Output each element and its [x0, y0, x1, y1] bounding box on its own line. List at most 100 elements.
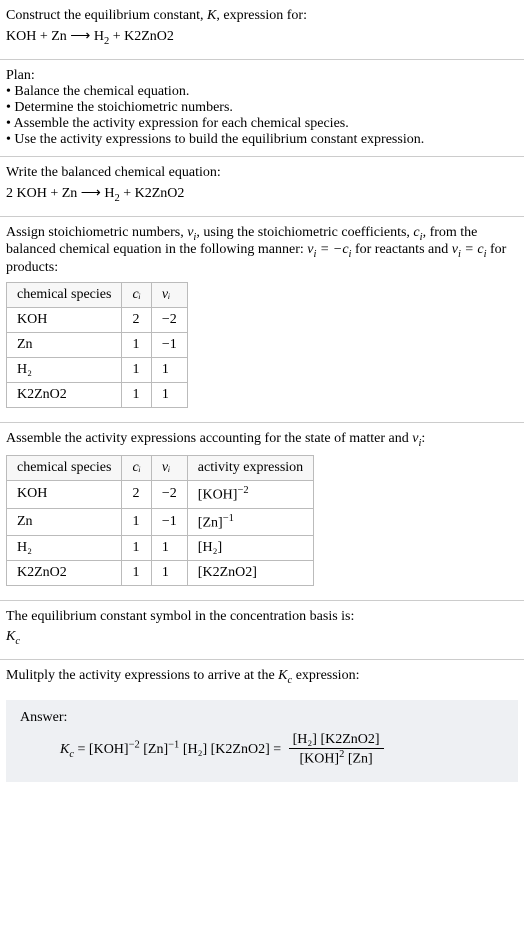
plan-item: Balance the chemical equation.	[6, 84, 518, 100]
assign-block: Assign stoichiometric numbers, νi, using…	[0, 217, 524, 423]
cell: H₂	[7, 358, 122, 383]
cell: −2	[151, 480, 187, 508]
cell: H₂	[7, 536, 122, 561]
cell: 1	[122, 536, 151, 561]
stoich-table: chemical species cᵢ νᵢ KOH2−2 Zn1−1 H₂11…	[6, 282, 188, 408]
cell: −2	[151, 308, 187, 333]
cell: 1	[151, 383, 187, 408]
eq-part: + K2ZnO2	[109, 29, 174, 44]
multiply-text: Mulitply the activity expressions to arr…	[6, 668, 518, 686]
col-species: chemical species	[7, 283, 122, 308]
table-row: K2ZnO2 1 1 [K2ZnO2]	[7, 561, 314, 586]
cell: 2	[122, 308, 151, 333]
term: [Zn]	[140, 742, 168, 757]
table-row: Zn 1 −1 [Zn]−1	[7, 508, 314, 536]
table-row: KOH2−2	[7, 308, 188, 333]
act-base: [KOH]	[198, 488, 238, 503]
plan-title: Plan:	[6, 68, 518, 84]
text: , expression for:	[216, 8, 307, 23]
eq-part: 2 KOH + Zn ⟶ H	[6, 186, 114, 201]
balanced-equation: 2 KOH + Zn ⟶ H2 + K2ZnO2	[6, 185, 518, 204]
cell: 1	[122, 508, 151, 536]
text: for reactants and	[351, 242, 451, 257]
text: Mulitply the activity expressions to arr…	[6, 668, 278, 683]
balanced-block: Write the balanced chemical equation: 2 …	[0, 157, 524, 216]
cell: 1	[122, 358, 151, 383]
den-part: [Zn]	[344, 752, 372, 767]
table-row: KOH 2 −2 [KOH]−2	[7, 480, 314, 508]
cell: 1	[122, 561, 151, 586]
symbol-text: The equilibrium constant symbol in the c…	[6, 609, 518, 625]
cell: 1	[122, 333, 151, 358]
text: expression:	[292, 668, 359, 683]
col-ci: cᵢ	[122, 455, 151, 480]
text: Assign stoichiometric numbers,	[6, 225, 187, 240]
cell: K2ZnO2	[7, 383, 122, 408]
cell: −1	[151, 333, 187, 358]
cell: 2	[122, 480, 151, 508]
fraction: [H₂] [K2ZnO2] [KOH]2 [Zn]	[289, 732, 384, 768]
text: Assemble the activity expressions accoun…	[6, 431, 412, 446]
act-exp: −2	[237, 485, 248, 496]
col-vi: νᵢ	[151, 455, 187, 480]
answer-equation: Kc = [KOH]−2 [Zn]−1 [H₂] [K2ZnO2] = [H₂]…	[20, 732, 504, 768]
act-base: [Zn]	[198, 515, 223, 530]
cell: [K2ZnO2]	[187, 561, 313, 586]
text: Construct the equilibrium constant,	[6, 8, 207, 23]
assemble-text: Assemble the activity expressions accoun…	[6, 431, 518, 449]
answer-box: Answer: Kc = [KOH]−2 [Zn]−1 [H₂] [K2ZnO2…	[6, 700, 518, 782]
answer-label: Answer:	[20, 710, 504, 726]
col-activity: activity expression	[187, 455, 313, 480]
intro-block: Construct the equilibrium constant, K, e…	[0, 0, 524, 59]
col-ci: cᵢ	[122, 283, 151, 308]
multiply-block: Mulitply the activity expressions to arr…	[0, 660, 524, 694]
k: K	[60, 742, 69, 757]
balanced-title: Write the balanced chemical equation:	[6, 165, 518, 181]
cell: [H₂]	[187, 536, 313, 561]
act-exp: −1	[223, 513, 234, 524]
symbol-block: The equilibrium constant symbol in the c…	[0, 601, 524, 659]
exp: −2	[129, 739, 140, 750]
unbalanced-equation: KOH + Zn ⟶ H2 + K2ZnO2	[6, 28, 518, 47]
activity-table: chemical species cᵢ νᵢ activity expressi…	[6, 455, 314, 586]
cell: 1	[151, 536, 187, 561]
k-symbol: K	[207, 8, 216, 23]
kc-symbol: Kc	[6, 629, 518, 647]
plan-item: Assemble the activity expression for eac…	[6, 116, 518, 132]
den-part: [KOH]	[299, 752, 339, 767]
act-base: [H₂]	[198, 540, 222, 555]
plan-block: Plan: Balance the chemical equation. Det…	[0, 60, 524, 156]
cell: Zn	[7, 508, 122, 536]
text: :	[421, 431, 425, 446]
cell: [KOH]−2	[187, 480, 313, 508]
table-row: H₂ 1 1 [H₂]	[7, 536, 314, 561]
eq-part: KOH + Zn ⟶ H	[6, 29, 104, 44]
table-header-row: chemical species cᵢ νᵢ activity expressi…	[7, 455, 314, 480]
table-row: K2ZnO211	[7, 383, 188, 408]
plan-list: Balance the chemical equation. Determine…	[6, 84, 518, 148]
k: K	[278, 668, 287, 683]
eq: = c	[461, 242, 484, 257]
cell: [Zn]−1	[187, 508, 313, 536]
intro-line: Construct the equilibrium constant, K, e…	[6, 8, 518, 24]
table-row: Zn1−1	[7, 333, 188, 358]
cell: KOH	[7, 480, 122, 508]
cell: −1	[151, 508, 187, 536]
exp: −1	[168, 739, 179, 750]
cell: 1	[151, 561, 187, 586]
assemble-block: Assemble the activity expressions accoun…	[0, 423, 524, 600]
plan-item: Use the activity expressions to build th…	[6, 132, 518, 148]
eq: =	[74, 742, 89, 757]
k: K	[6, 629, 15, 644]
cell: Zn	[7, 333, 122, 358]
term: [H₂] [K2ZnO2] =	[179, 742, 284, 757]
cell: KOH	[7, 308, 122, 333]
plan-item: Determine the stoichiometric numbers.	[6, 100, 518, 116]
cell: 1	[122, 383, 151, 408]
c: c	[15, 636, 20, 647]
numerator: [H₂] [K2ZnO2]	[289, 732, 384, 749]
col-vi: νᵢ	[151, 283, 187, 308]
act-base: [K2ZnO2]	[198, 565, 257, 580]
eq: = −c	[316, 242, 348, 257]
eq-part: + K2ZnO2	[120, 186, 185, 201]
